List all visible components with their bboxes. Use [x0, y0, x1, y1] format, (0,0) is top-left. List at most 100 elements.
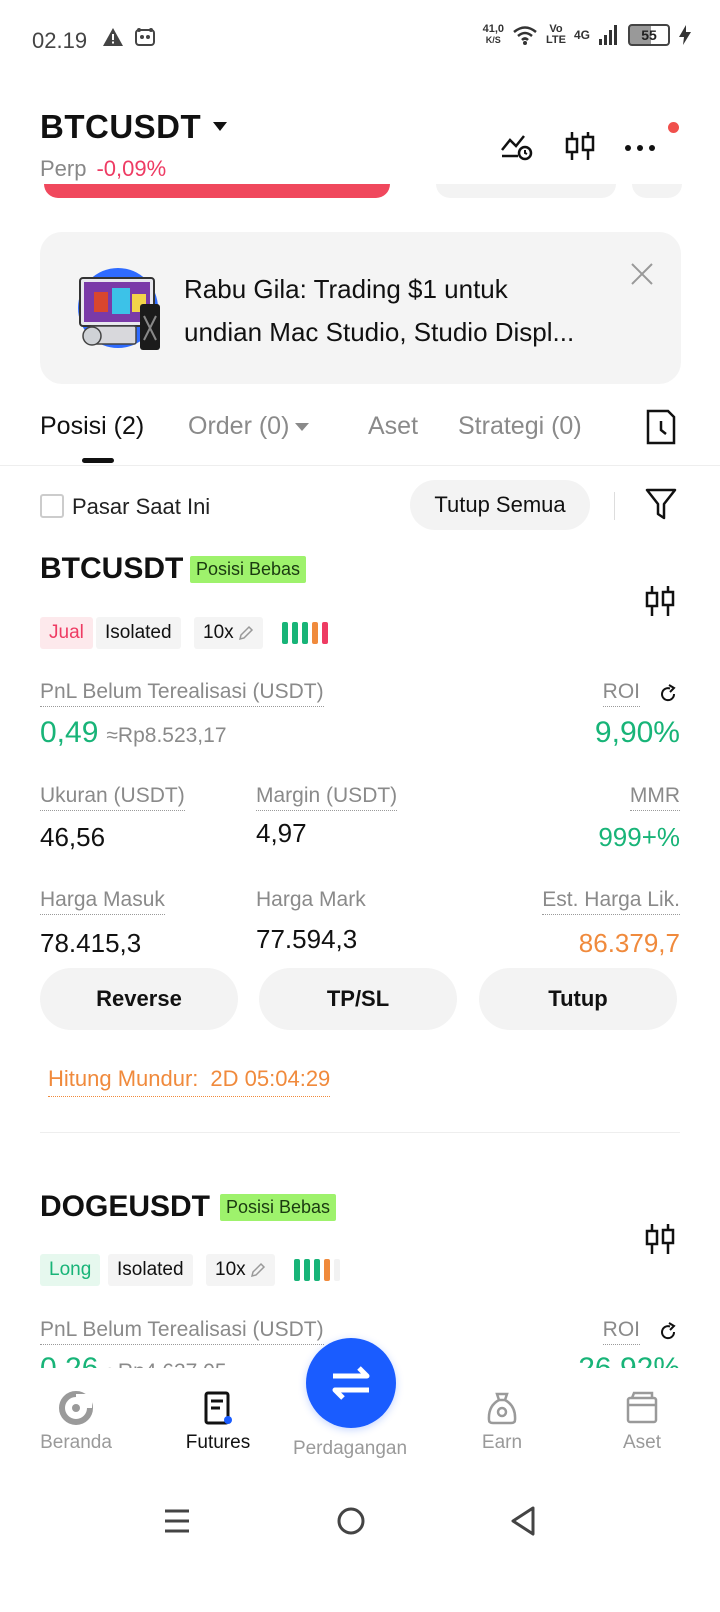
position-tabs: Posisi (2) Order (0) Aset Strategi (0) — [0, 400, 720, 466]
roi-value: 9,90% — [594, 716, 680, 749]
reverse-button[interactable]: Reverse — [40, 968, 238, 1030]
divider — [40, 1132, 680, 1133]
refresh-icon[interactable] — [658, 1322, 678, 1342]
history-icon[interactable] — [644, 408, 678, 446]
volte-bottom: LTE — [546, 34, 566, 46]
control-edge — [436, 184, 616, 198]
close-position-button[interactable]: Tutup — [479, 968, 677, 1030]
refresh-icon[interactable] — [658, 684, 678, 704]
side-chip: Jual — [40, 617, 93, 649]
net-speed-value: 41,0 — [482, 23, 505, 35]
pair-selector[interactable]: BTCUSDT — [40, 108, 201, 146]
banner-line-2: undian Mac Studio, Studio Displ... — [184, 317, 575, 347]
wallet-icon — [626, 1391, 658, 1424]
entry-price-value: 78.415,3 — [40, 928, 142, 958]
tpsl-button[interactable]: TP/SL — [259, 968, 457, 1030]
futures-icon — [204, 1391, 232, 1425]
tab-assets[interactable]: Aset — [368, 412, 418, 441]
nav-futures[interactable]: Futures — [148, 1390, 288, 1454]
margin-mode-chip: Isolated — [108, 1254, 193, 1286]
liq-price-value: 86.379,7 — [578, 928, 680, 958]
nav-assets[interactable]: Aset — [572, 1390, 712, 1454]
nav-futures-label: Futures — [185, 1432, 251, 1453]
warning-icon — [103, 28, 123, 46]
candlestick-icon[interactable] — [643, 584, 677, 618]
contract-type: Perp — [40, 156, 87, 181]
candlestick-icon[interactable] — [562, 128, 598, 164]
countdown[interactable]: Hitung Mundur: 2D 05:04:29 — [48, 1066, 331, 1097]
leverage-chip[interactable]: 10x — [194, 617, 263, 649]
close-icon[interactable] — [630, 262, 654, 286]
caret-down-icon[interactable] — [213, 122, 227, 131]
side-chip: Long — [40, 1254, 101, 1286]
margin-mode-chip: Isolated — [96, 617, 181, 649]
roi-label[interactable]: ROI — [602, 680, 640, 707]
nav-home[interactable]: Beranda — [6, 1390, 146, 1454]
battery-indicator: 55 — [628, 24, 670, 46]
countdown-label: Hitung Mundur: — [48, 1066, 199, 1091]
banner-line-1: Rabu Gila: Trading $1 untuk — [184, 274, 508, 304]
leverage-chip[interactable]: 10x — [206, 1254, 275, 1286]
nav-trade-label[interactable]: Perdagangan — [280, 1438, 420, 1460]
position-symbol[interactable]: DOGEUSDT — [40, 1190, 210, 1224]
nav-earn[interactable]: Earn — [432, 1390, 572, 1454]
control-edge — [632, 184, 682, 198]
pnl-value: 0,49 — [40, 716, 99, 749]
margin-value[interactable]: 4,97 — [256, 818, 307, 849]
countdown-value: 2D 05:04:29 — [210, 1066, 331, 1091]
earn-icon — [487, 1392, 517, 1425]
home-icon — [59, 1391, 93, 1425]
nav-assets-label: Aset — [622, 1432, 662, 1453]
edit-icon — [238, 625, 253, 641]
mark-price-label: Harga Mark — [256, 888, 366, 911]
sell-button-edge — [44, 184, 390, 198]
price-alert-icon[interactable] — [498, 128, 534, 164]
more-icon[interactable] — [622, 128, 658, 164]
tab-orders[interactable]: Order (0) — [188, 412, 310, 441]
pnl-idr-value: ≈Rp8.523,17 — [106, 724, 227, 747]
system-nav-bar — [0, 1490, 720, 1562]
current-market-checkbox[interactable] — [40, 494, 64, 518]
mmr-label[interactable]: MMR — [629, 784, 680, 811]
size-label[interactable]: Ukuran (USDT) — [40, 784, 185, 811]
adl-indicator — [294, 1259, 340, 1281]
size-value: 46,56 — [40, 822, 106, 852]
active-tab-indicator — [82, 458, 114, 463]
filter-icon[interactable] — [644, 486, 678, 522]
nav-earn-label: Earn — [481, 1432, 523, 1453]
edit-icon — [250, 1262, 265, 1278]
candlestick-icon[interactable] — [643, 1222, 677, 1256]
tab-positions[interactable]: Posisi (2) — [40, 412, 144, 441]
margin-label[interactable]: Margin (USDT) — [256, 784, 398, 811]
recent-apps-icon[interactable] — [162, 1504, 192, 1538]
roi-label[interactable]: ROI — [602, 1318, 640, 1345]
adl-indicator — [282, 622, 328, 644]
pnl-label[interactable]: PnL Belum Terealisasi (USDT) — [40, 1318, 324, 1345]
network-type: 4G — [573, 28, 590, 42]
notification-dot — [668, 122, 679, 133]
swap-arrows-icon — [332, 1366, 370, 1400]
caret-down-icon — [295, 423, 310, 432]
wifi-icon — [513, 26, 537, 45]
app-notification-icon — [135, 28, 155, 46]
status-bar: 02.19 41,0 K/S Vo LTE 4G 55 — [0, 0, 720, 80]
divider — [614, 492, 615, 520]
back-icon[interactable] — [508, 1504, 538, 1538]
price-change: -0,09% — [96, 156, 167, 181]
promo-banner[interactable]: Rabu Gila: Trading $1 untuk undian Mac S… — [40, 232, 681, 384]
trade-button[interactable] — [306, 1338, 396, 1428]
liq-price-label[interactable]: Est. Harga Lik. — [542, 888, 680, 915]
net-speed-unit: K/S — [485, 35, 501, 45]
signal-icon — [599, 25, 617, 45]
close-all-button[interactable]: Tutup Semua — [410, 480, 590, 530]
clock: 02.19 — [32, 28, 88, 53]
tab-strategy[interactable]: Strategi (0) — [458, 412, 582, 441]
free-position-badge: Posisi Bebas — [220, 1194, 337, 1221]
entry-price-label[interactable]: Harga Masuk — [40, 888, 165, 915]
position-symbol[interactable]: BTCUSDT — [40, 552, 183, 586]
leverage-value: 10x — [203, 622, 234, 643]
pnl-label[interactable]: PnL Belum Terealisasi (USDT) — [40, 680, 324, 707]
home-button-icon[interactable] — [335, 1504, 367, 1538]
current-market-label[interactable]: Pasar Saat Ini — [72, 494, 210, 520]
mmr-value: 999+% — [598, 822, 680, 852]
